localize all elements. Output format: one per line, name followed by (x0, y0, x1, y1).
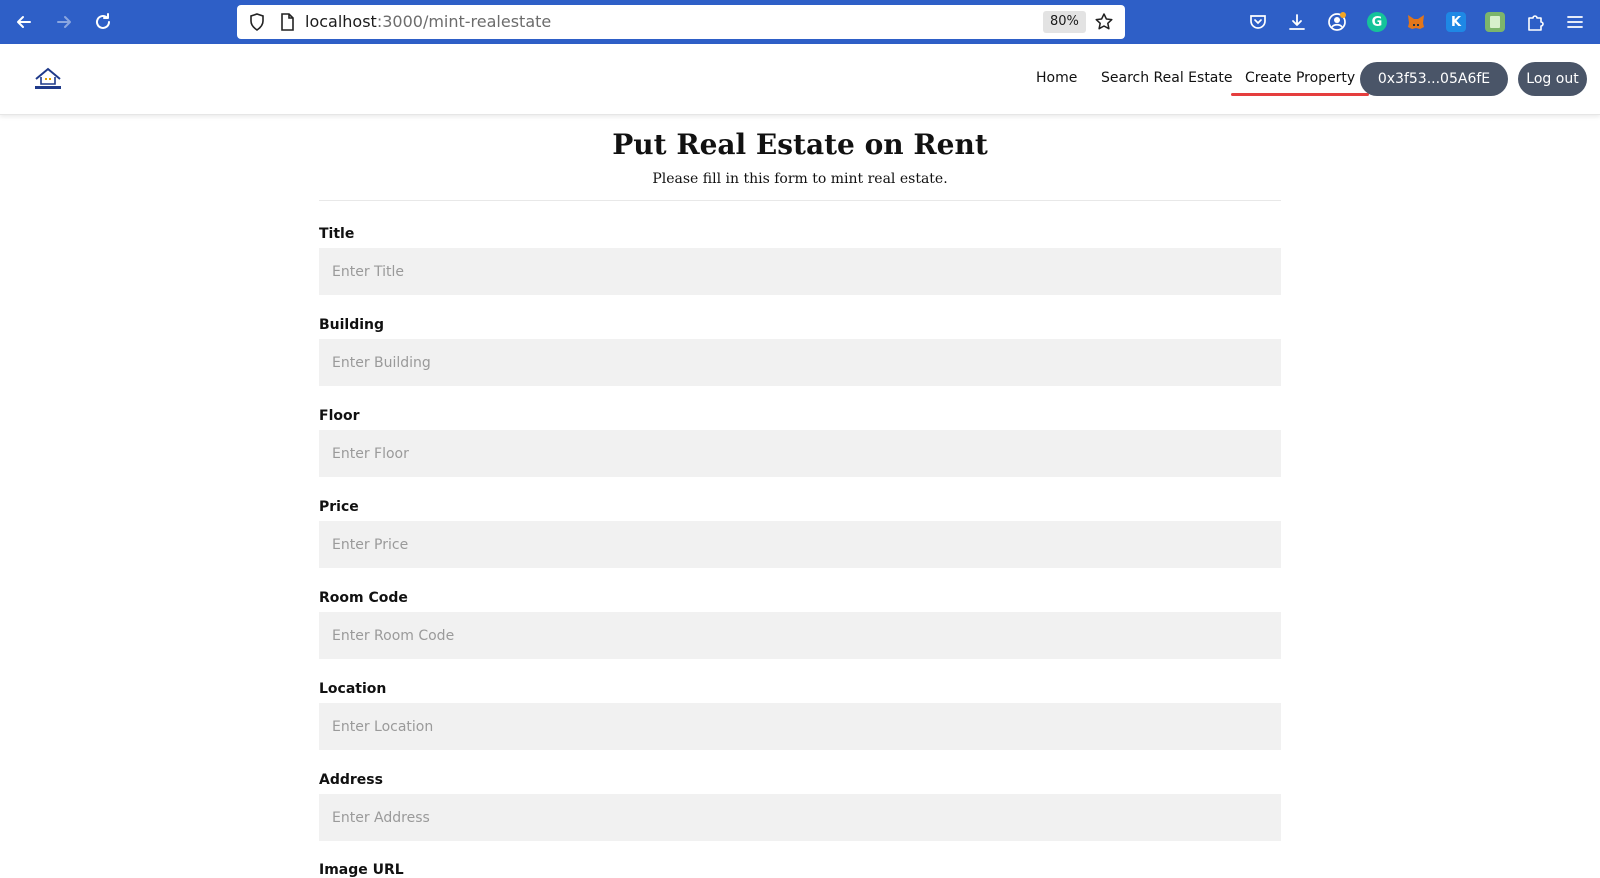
metamask-extension-icon[interactable] (1406, 12, 1426, 32)
building-input[interactable] (319, 339, 1281, 386)
nav-link-home[interactable]: Home (1036, 70, 1077, 86)
title-label: Title (319, 226, 355, 242)
url-host: localhost (305, 12, 377, 31)
page-subtitle: Please fill in this form to mint real es… (652, 171, 948, 187)
browser-toolbar: localhost:3000/mint-realestate 80% G K (0, 0, 1600, 44)
grammarly-extension-icon[interactable]: G (1367, 12, 1387, 32)
forward-button[interactable] (50, 8, 78, 36)
page-title: Put Real Estate on Rent (612, 128, 988, 161)
account-icon[interactable] (1327, 12, 1347, 32)
bookmark-star-icon[interactable] (1094, 12, 1114, 32)
price-input[interactable] (319, 521, 1281, 568)
k-extension-icon[interactable]: K (1446, 12, 1466, 32)
real-estate-logo-icon[interactable] (32, 66, 64, 92)
location-label: Location (319, 681, 387, 697)
forward-arrow-icon (57, 16, 71, 28)
extensions-puzzle-icon[interactable] (1525, 12, 1545, 32)
nav-link-search-real-estate[interactable]: Search Real Estate (1101, 70, 1233, 86)
shield-icon[interactable] (247, 12, 267, 32)
address-bar[interactable]: localhost:3000/mint-realestate 80% (237, 5, 1125, 39)
back-button[interactable] (10, 8, 38, 36)
building-label: Building (319, 317, 385, 333)
pocket-icon[interactable] (1248, 12, 1268, 32)
nav-link-create-property[interactable]: Create Property (1230, 70, 1370, 96)
logout-button[interactable]: Log out (1518, 62, 1587, 96)
location-input[interactable] (319, 703, 1281, 750)
notes-extension-icon[interactable] (1485, 12, 1505, 32)
zoom-level-badge[interactable]: 80% (1043, 11, 1086, 33)
wallet-address-button[interactable]: 0x3f53...05A6fE (1360, 62, 1508, 96)
reload-icon (96, 13, 110, 29)
page-info-icon[interactable] (277, 12, 297, 32)
url-path: :3000/mint-realestate (376, 12, 552, 31)
image-url-label: Image URL (319, 862, 404, 878)
menu-hamburger-icon[interactable] (1565, 12, 1585, 32)
site-header: Home Search Real Estate Create Property … (0, 44, 1600, 115)
url-text[interactable]: localhost:3000/mint-realestate (305, 12, 551, 31)
reload-button[interactable] (89, 8, 117, 36)
room-code-label: Room Code (319, 590, 408, 606)
room-code-input[interactable] (319, 612, 1281, 659)
floor-input[interactable] (319, 430, 1281, 477)
address-input[interactable] (319, 794, 1281, 841)
price-label: Price (319, 499, 359, 515)
title-input[interactable] (319, 248, 1281, 295)
back-arrow-icon (17, 16, 31, 28)
download-icon[interactable] (1287, 12, 1307, 32)
address-label: Address (319, 772, 383, 788)
floor-label: Floor (319, 408, 360, 424)
header-divider (319, 200, 1281, 201)
